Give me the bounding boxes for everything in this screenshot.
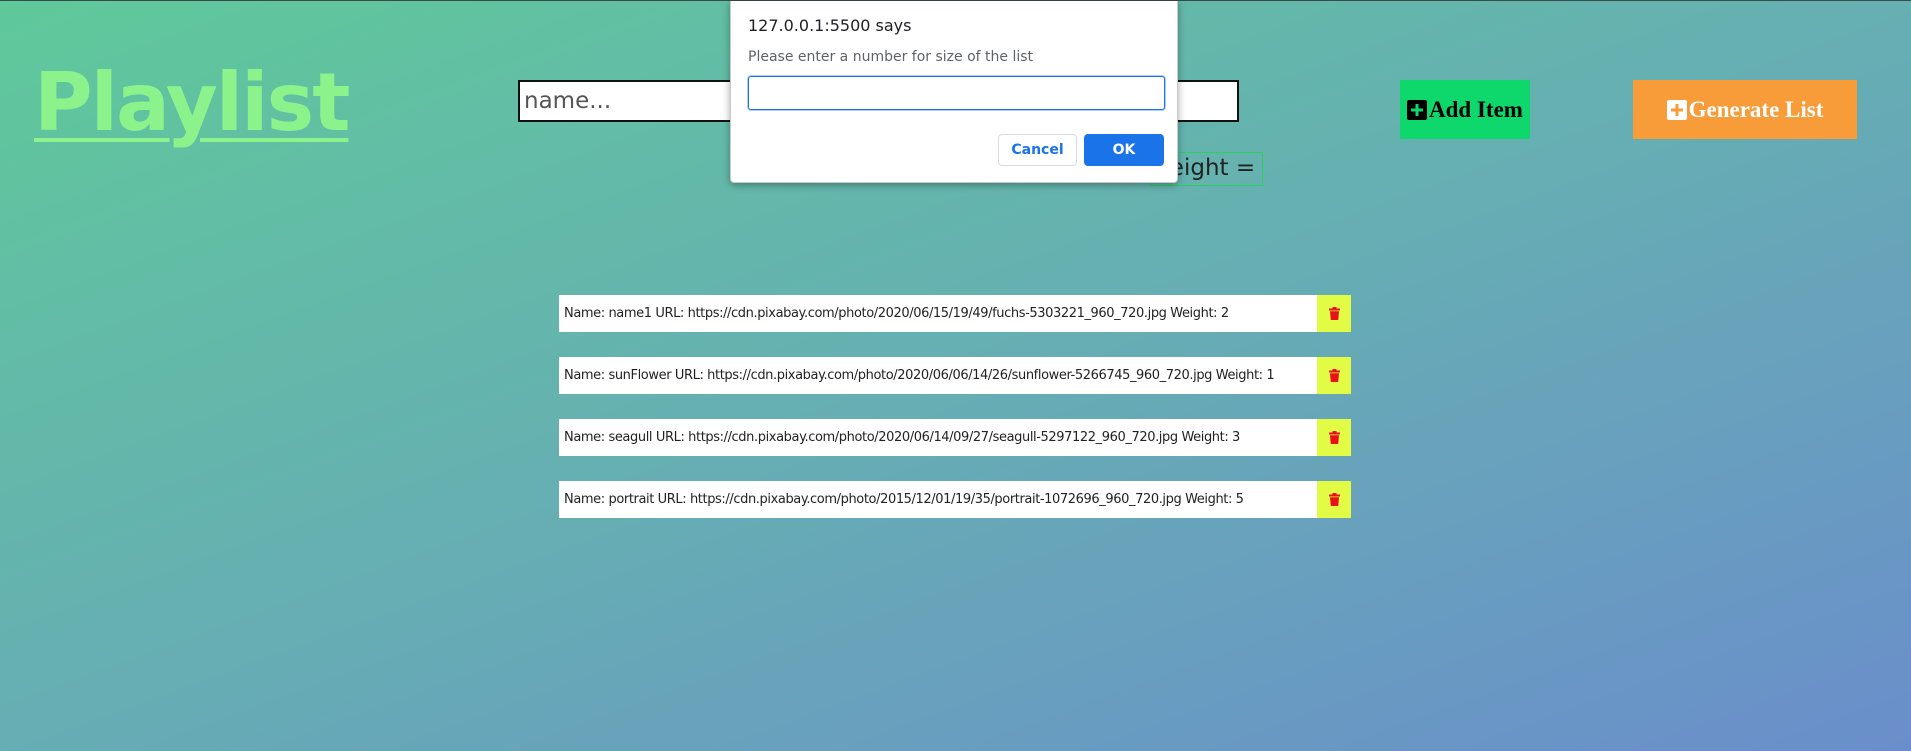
delete-button[interactable]: [1317, 419, 1351, 456]
cancel-button[interactable]: Cancel: [998, 134, 1077, 166]
trash-icon: [1328, 493, 1340, 506]
delete-button[interactable]: [1317, 357, 1351, 394]
list-item: Name: portrait URL: https://cdn.pixabay.…: [559, 481, 1351, 518]
generate-list-button[interactable]: Generate List: [1633, 80, 1857, 139]
plus-square-icon: [1407, 99, 1428, 120]
page-title[interactable]: Playlist: [34, 63, 350, 143]
list-item: Name: name1 URL: https://cdn.pixabay.com…: [559, 295, 1351, 332]
playlist-items: Name: name1 URL: https://cdn.pixabay.com…: [559, 295, 1351, 543]
list-item: Name: sunFlower URL: https://cdn.pixabay…: [559, 357, 1351, 394]
delete-button[interactable]: [1317, 295, 1351, 332]
generate-list-label: Generate List: [1688, 96, 1824, 122]
trash-icon: [1328, 307, 1340, 320]
add-item-button[interactable]: Add Item: [1400, 80, 1530, 139]
list-item-text: Name: name1 URL: https://cdn.pixabay.com…: [559, 295, 1317, 332]
list-item-text: Name: sunFlower URL: https://cdn.pixabay…: [559, 357, 1317, 394]
prompt-dialog: 127.0.0.1:5500 says Please enter a numbe…: [730, 1, 1178, 183]
trash-icon: [1328, 431, 1340, 444]
list-item-text: Name: seagull URL: https://cdn.pixabay.c…: [559, 419, 1317, 456]
dialog-title: 127.0.0.1:5500 says: [748, 16, 912, 35]
list-item-text: Name: portrait URL: https://cdn.pixabay.…: [559, 481, 1317, 518]
list-item: Name: seagull URL: https://cdn.pixabay.c…: [559, 419, 1351, 456]
add-item-label: Add Item: [1429, 96, 1523, 122]
delete-button[interactable]: [1317, 481, 1351, 518]
list-size-input[interactable]: [748, 76, 1165, 110]
trash-icon: [1328, 369, 1340, 382]
dialog-message: Please enter a number for size of the li…: [748, 49, 1034, 65]
plus-square-icon: [1666, 99, 1687, 120]
ok-button[interactable]: OK: [1084, 134, 1164, 166]
